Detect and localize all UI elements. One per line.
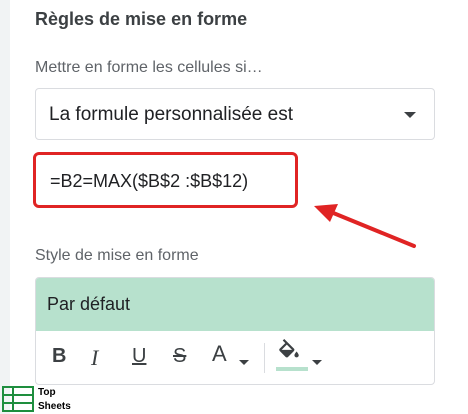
style-preview[interactable]: Par défaut xyxy=(36,278,434,331)
apply-label: Mettre en forme les cellules si… xyxy=(35,59,263,76)
formula-value: =B2=MAX($B$2 :$B$12) xyxy=(50,171,249,191)
toolbar-divider xyxy=(264,343,265,373)
italic-button[interactable]: I xyxy=(91,345,98,371)
chevron-down-icon xyxy=(404,112,416,118)
condition-value: La formule personnalisée est xyxy=(49,104,293,125)
section-title: Règles de mise en forme xyxy=(35,9,248,29)
arrow-icon xyxy=(314,204,416,248)
logo-line2: Sheets xyxy=(38,401,71,412)
sheets-logo-icon xyxy=(2,386,34,412)
fill-color-button[interactable] xyxy=(276,339,302,365)
text-color-button[interactable]: A xyxy=(212,341,227,367)
style-label: Style de mise en forme xyxy=(35,247,199,264)
fill-color-swatch xyxy=(276,367,308,371)
bold-button[interactable]: B xyxy=(52,345,66,371)
condition-dropdown[interactable]: La formule personnalisée est xyxy=(35,88,435,140)
formula-input[interactable]: =B2=MAX($B$2 :$B$12) xyxy=(33,152,298,208)
chevron-down-icon xyxy=(312,360,322,365)
paint-bucket-icon xyxy=(279,339,299,358)
logo-line1: Top xyxy=(38,387,56,398)
strikethrough-button[interactable]: S xyxy=(173,345,186,371)
preview-text: Par défaut xyxy=(47,294,131,314)
left-strip xyxy=(0,0,10,414)
format-style-box: Par défaut B I U S A xyxy=(35,277,435,385)
chevron-down-icon xyxy=(239,360,249,365)
format-toolbar: B I U S A xyxy=(36,331,434,384)
logo-text: Top Sheets xyxy=(38,386,71,414)
underline-button[interactable]: U xyxy=(132,345,146,371)
